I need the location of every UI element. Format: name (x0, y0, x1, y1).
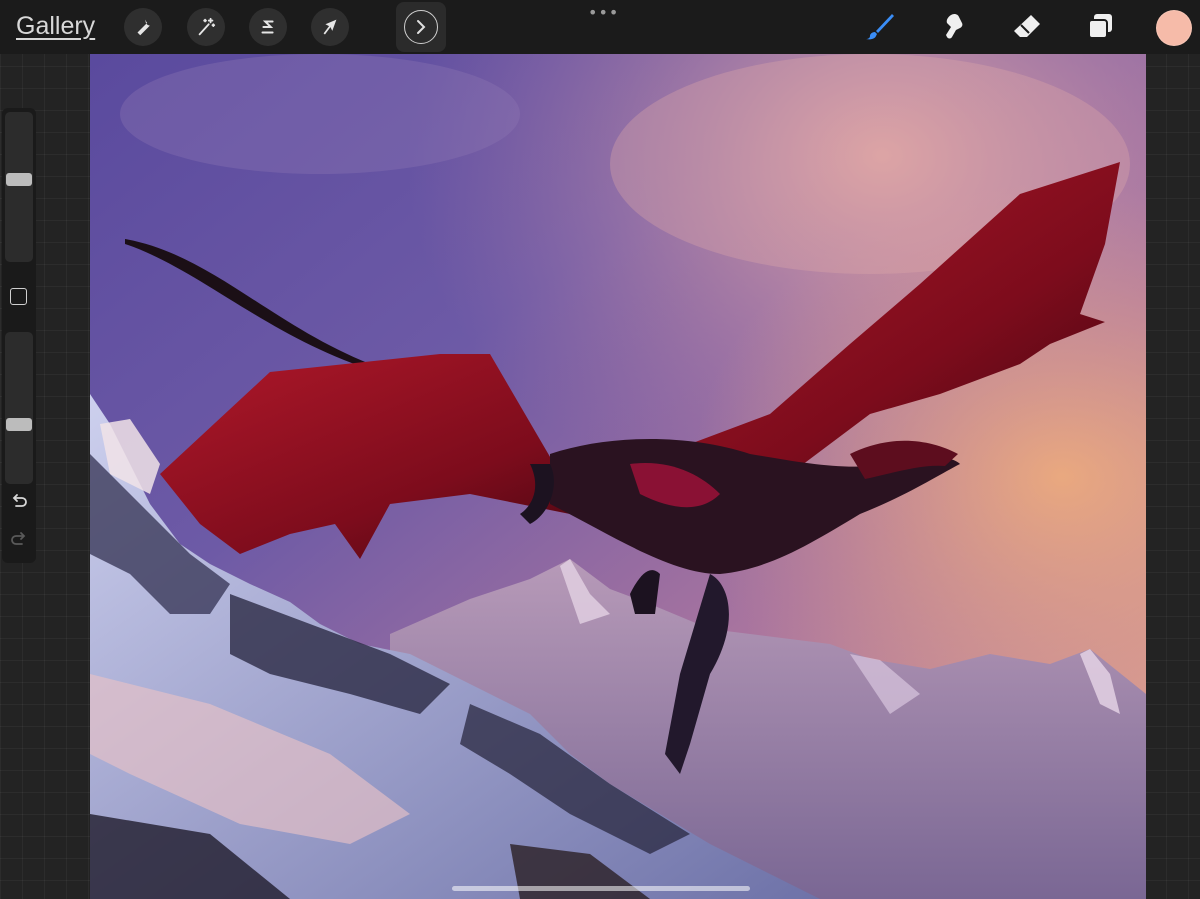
left-sidebar (2, 108, 36, 563)
layers-button[interactable] (1082, 9, 1118, 45)
selection-s-icon (261, 20, 274, 34)
brush-tool-button[interactable] (862, 9, 898, 45)
more-options-handle[interactable]: ••• (588, 3, 619, 22)
artwork-dragon-painting (90, 54, 1146, 899)
top-toolbar: Gallery ••• (0, 0, 1200, 54)
actions-button[interactable] (124, 8, 162, 46)
eraser-tool-button[interactable] (1009, 9, 1045, 45)
magic-wand-icon (198, 17, 216, 36)
arrow-cursor-icon (323, 19, 337, 35)
redo-icon (11, 532, 26, 545)
modify-button[interactable] (10, 288, 27, 305)
eraser-icon (1014, 15, 1040, 37)
undo-button[interactable] (8, 492, 30, 514)
redo-button[interactable] (8, 530, 30, 552)
opacity-slider[interactable] (5, 332, 33, 484)
gallery-button[interactable]: Gallery (16, 12, 95, 41)
selection-button[interactable] (249, 8, 287, 46)
color-picker-button[interactable] (1156, 10, 1192, 46)
sidebar-toggle-button[interactable] (396, 2, 446, 52)
drawing-canvas[interactable] (90, 54, 1146, 899)
smudge-icon (946, 13, 963, 39)
transform-button[interactable] (311, 8, 349, 46)
home-indicator (452, 886, 750, 891)
chevron-right-icon (404, 10, 438, 44)
opacity-thumb[interactable] (6, 417, 32, 431)
brush-size-thumb[interactable] (6, 172, 32, 186)
wrench-icon (137, 19, 150, 36)
adjustments-button[interactable] (187, 8, 225, 46)
undo-icon (12, 494, 27, 507)
layers-icon (1088, 14, 1112, 39)
brush-icon (866, 14, 894, 40)
brush-size-slider[interactable] (5, 112, 33, 262)
smudge-tool-button[interactable] (935, 9, 971, 45)
